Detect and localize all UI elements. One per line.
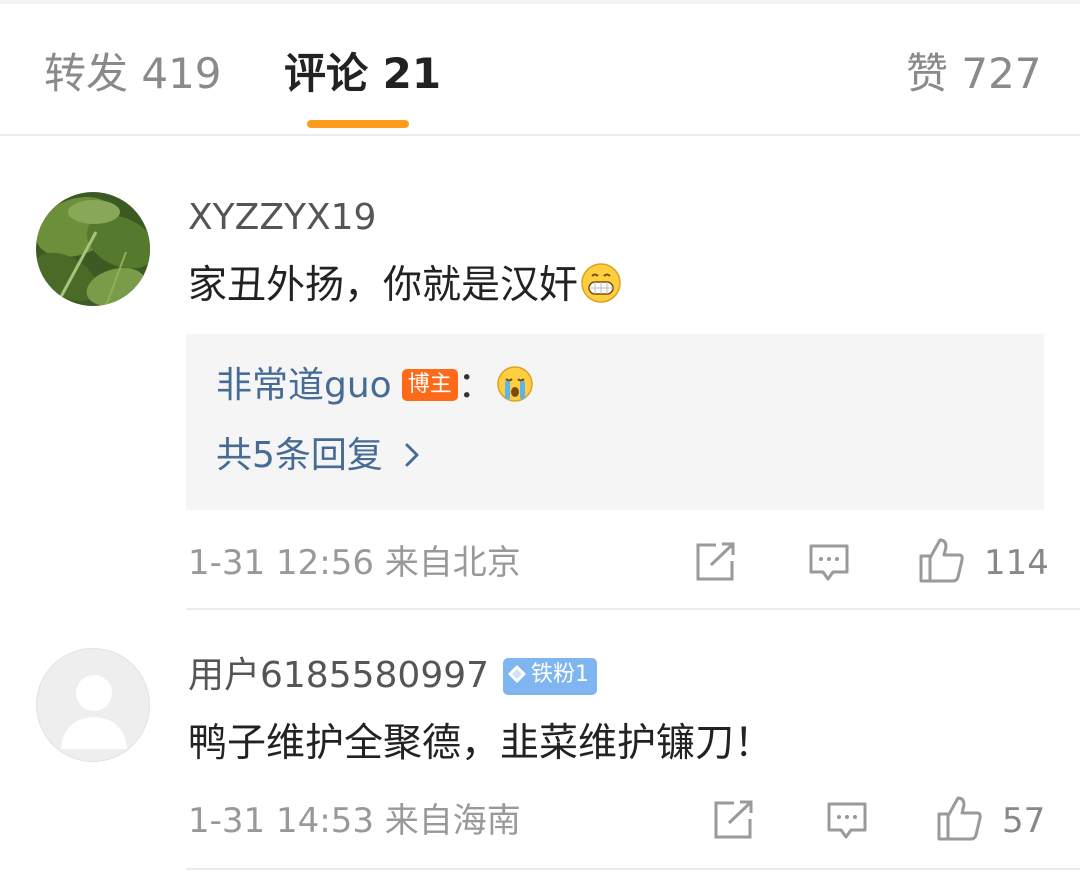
like-count: 114	[984, 543, 1049, 583]
username[interactable]: XYZZYX19	[188, 196, 376, 240]
repost-icon[interactable]	[712, 800, 754, 844]
comment-divider	[186, 608, 1080, 610]
reply-author[interactable]: 非常道guo	[216, 365, 392, 406]
active-tab-indicator	[307, 120, 409, 128]
username-row: 用户6185580997 铁粉1	[188, 654, 598, 698]
tab-repost[interactable]: 转发 419	[44, 48, 222, 100]
like-count: 57	[1002, 801, 1046, 841]
reply-separator: ：	[457, 365, 494, 406]
avatar[interactable]	[36, 192, 150, 306]
reply-preview-box[interactable]: 非常道guo 博主： 共5条回复	[186, 334, 1044, 510]
crying-emoji-icon	[496, 365, 534, 414]
username[interactable]: 用户6185580997	[188, 655, 489, 696]
avatar[interactable]	[36, 648, 150, 762]
tab-likes[interactable]: 赞 727	[906, 48, 1042, 100]
comment-meta: 1-31 12:56 来自北京	[188, 543, 521, 583]
comment-text: 鸭子维护全聚德，韭菜维护镰刀！	[188, 721, 774, 766]
diamond-icon	[507, 661, 527, 695]
tab-bar: 转发 419 评论 21 赞 727	[0, 4, 1080, 136]
comment-icon[interactable]	[826, 801, 868, 845]
view-more-replies[interactable]: 共5条回复	[216, 434, 420, 480]
fan-badge: 铁粉1	[503, 658, 598, 695]
comment-text-content: 家丑外扬，你就是汉奸	[188, 263, 579, 308]
comment-meta: 1-31 14:53 来自海南	[188, 801, 521, 841]
more-replies-label: 共5条回复	[216, 435, 383, 476]
host-badge: 博主	[401, 369, 458, 401]
comment-divider	[186, 868, 1080, 870]
chevron-right-icon	[404, 436, 420, 480]
repost-icon[interactable]	[694, 542, 736, 586]
like-thumb-icon[interactable]	[936, 794, 984, 846]
tab-comments[interactable]: 评论 21	[284, 48, 441, 100]
comment-text: 家丑外扬，你就是汉奸	[188, 262, 622, 316]
grin-emoji-icon	[580, 262, 622, 316]
comment-icon[interactable]	[808, 543, 850, 587]
reply-line: 非常道guo 博主：	[216, 364, 534, 414]
fan-badge-label: 铁粉1	[531, 662, 590, 687]
like-thumb-icon[interactable]	[918, 536, 966, 588]
